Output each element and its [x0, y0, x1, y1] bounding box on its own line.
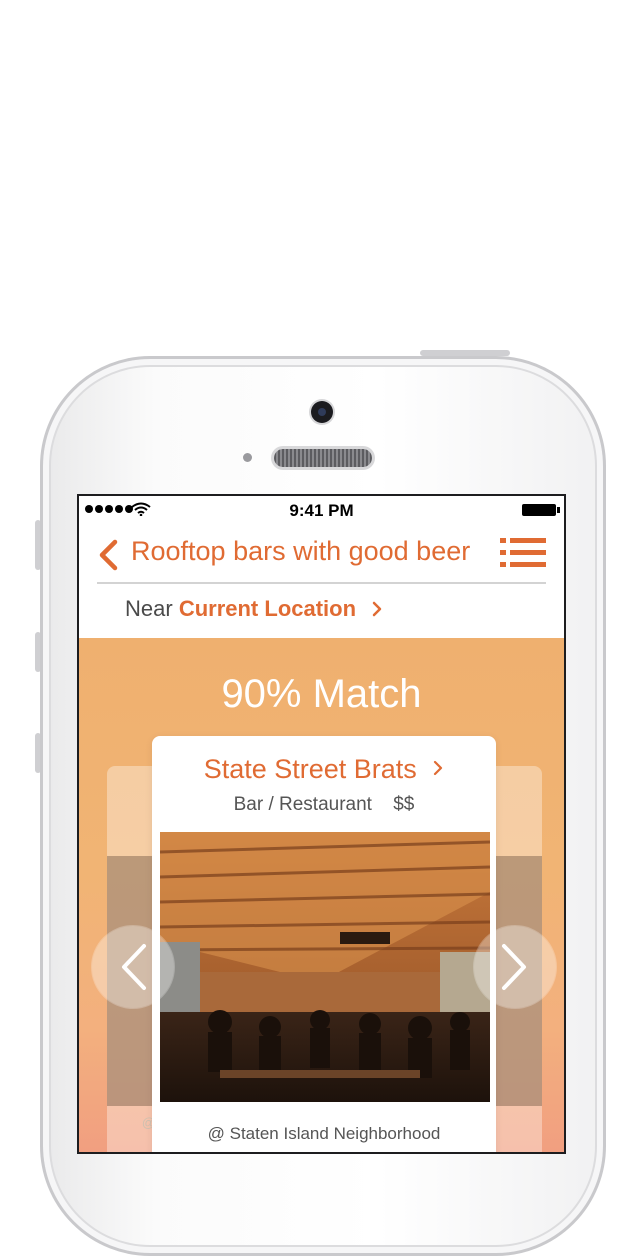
page-title: Rooftop bars with good beer: [131, 536, 471, 566]
chevron-right-icon[interactable]: [370, 600, 384, 618]
header-divider: [97, 582, 546, 584]
earpiece-speaker: [274, 449, 372, 467]
venue-category: Bar / Restaurant: [233, 794, 372, 815]
battery-icon: [522, 504, 560, 516]
venue-card[interactable]: State Street Brats Bar / Restaurant $$ @…: [152, 736, 496, 1152]
venue-name[interactable]: State Street Brats: [204, 754, 417, 784]
nav-header: Rooftop bars with good beer: [79, 526, 564, 584]
location-prefix: Near: [125, 596, 173, 621]
results-area: 90% Match @ Sta d State Street Brats Bar…: [79, 638, 564, 1152]
venue-photo-illustration: [160, 832, 490, 1102]
front-camera: [311, 401, 333, 423]
venue-price: $$: [393, 794, 415, 815]
arrow-left-icon: [122, 944, 146, 990]
venue-neighborhood: @ Staten Island Neighborhood: [207, 1124, 441, 1143]
venue-photo[interactable]: [160, 832, 490, 1102]
match-score: 90% Match: [221, 672, 422, 716]
arrow-right-icon: [502, 944, 526, 990]
location-value[interactable]: Current Location: [179, 596, 356, 621]
chevron-left-icon[interactable]: [95, 538, 121, 572]
list-icon[interactable]: [500, 536, 546, 570]
status-time: 9:41 PM: [289, 501, 354, 520]
location-row[interactable]: Near Current Location: [125, 596, 384, 622]
proximity-sensor: [243, 453, 252, 462]
previous-button[interactable]: [92, 926, 174, 1008]
status-bar: 9:41 PM: [79, 496, 564, 524]
app-screen: 9:41 PM Rooftop bars with good beer Near…: [77, 494, 566, 1154]
venue-name-link[interactable]: State Street Brats: [152, 754, 496, 785]
next-button[interactable]: [474, 926, 556, 1008]
chevron-right-icon[interactable]: [432, 759, 444, 777]
venue-meta: Bar / Restaurant $$: [152, 794, 496, 816]
